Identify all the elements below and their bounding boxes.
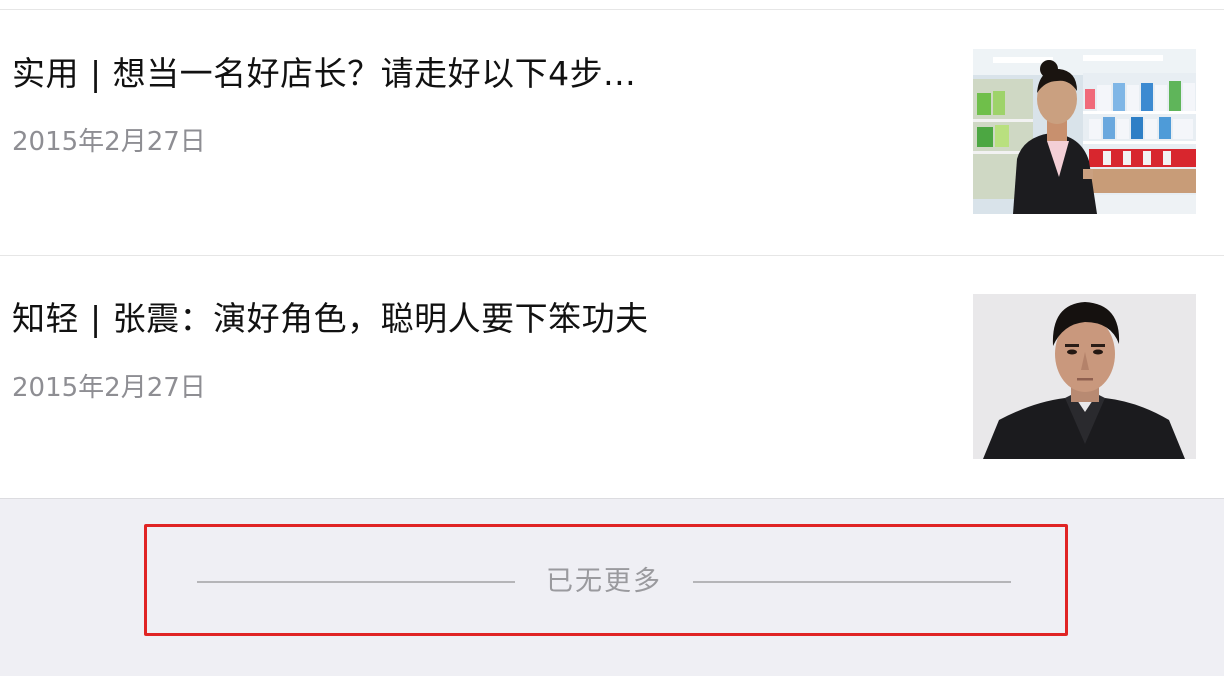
article-date: 2015年2月27日: [12, 127, 206, 157]
article-item-2[interactable]: 知轻 | 张震：演好角色，聪明人要下笨功夫 2015年2月27日: [0, 255, 1224, 500]
supermarket-photo: [973, 49, 1196, 214]
article-title[interactable]: 实用 | 想当一名好店长？请走好以下4步...: [12, 50, 636, 98]
article-item-1[interactable]: 实用 | 想当一名好店长？请走好以下4步... 2015年2月27日: [0, 10, 1224, 255]
footer-divider-right: [693, 581, 1011, 583]
article-thumbnail[interactable]: [973, 49, 1196, 214]
no-more-content-indicator: 已无更多: [144, 524, 1068, 636]
article-list: 实用 | 想当一名好店长？请走好以下4步... 2015年2月27日 知轻 | …: [0, 0, 1224, 499]
article-title[interactable]: 知轻 | 张震：演好角色，聪明人要下笨功夫: [12, 295, 649, 343]
portrait-photo: [973, 294, 1196, 459]
article-thumbnail[interactable]: [973, 294, 1196, 459]
no-more-text: 已无更多: [546, 566, 662, 597]
article-date: 2015年2月27日: [12, 373, 206, 403]
footer-divider-left: [197, 581, 515, 583]
